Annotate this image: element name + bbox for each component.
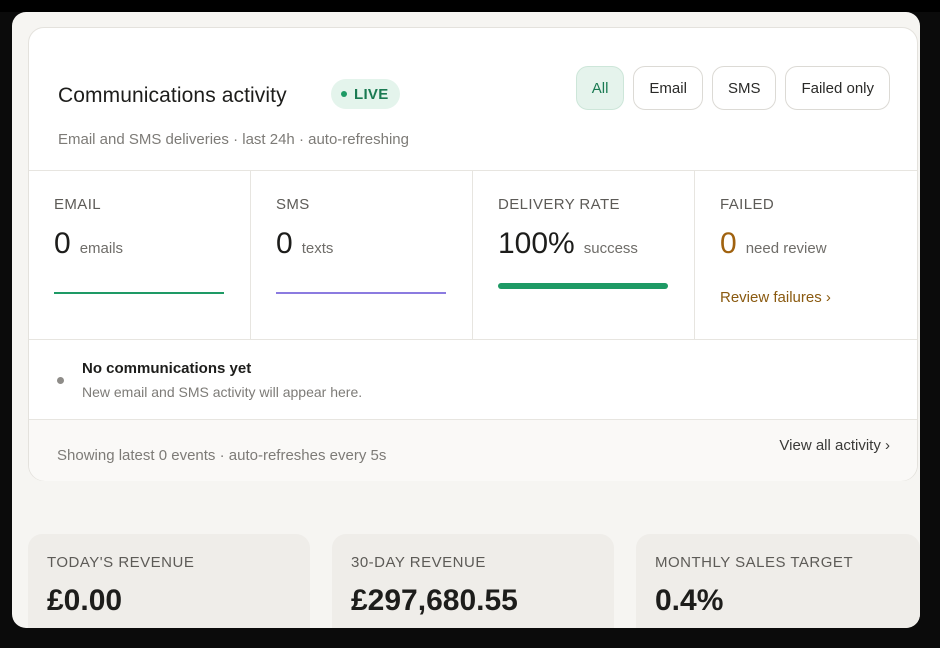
filter-email-button[interactable]: Email	[633, 66, 703, 110]
empty-state: No communications yet New email and SMS …	[29, 341, 917, 419]
view-all-activity-link[interactable]: View all activity ›	[779, 437, 890, 454]
card-header: Communications activity LIVE Email and S…	[29, 28, 917, 159]
stat-failed: FAILED 0 need review Review failures ›	[695, 171, 917, 339]
filter-sms-button[interactable]: SMS	[711, 66, 777, 110]
stat-number: 0	[276, 227, 293, 260]
metric-30-day-revenue: 30-DAY REVENUE £297,680.55	[332, 534, 614, 628]
stat-unit: need review	[745, 240, 827, 257]
filter-chips: All Email SMS Failed only	[575, 66, 890, 110]
stat-label: DELIVERY RATE	[498, 196, 620, 213]
metric-todays-revenue: TODAY'S REVENUE £0.00	[28, 534, 310, 628]
stat-number: 0	[54, 227, 71, 260]
stat-unit: emails	[79, 240, 124, 257]
stat-unit: texts	[301, 240, 334, 257]
metric-monthly-sales-target: MONTHLY SALES TARGET 0.4%	[636, 534, 920, 628]
communications-activity-card: Communications activity LIVE Email and S…	[28, 27, 918, 481]
events-status: Showing latest 0 events · auto-refreshes…	[57, 447, 387, 464]
bullet-icon	[57, 377, 64, 384]
filter-failed-only-button[interactable]: Failed only	[785, 66, 890, 110]
metric-value: £297,680.55	[351, 584, 518, 617]
stat-label: EMAIL	[54, 196, 102, 213]
stat-label: SMS	[276, 196, 310, 213]
sms-sparkline	[276, 292, 446, 294]
dashboard-viewport: Communications activity LIVE Email and S…	[12, 12, 920, 628]
email-sparkline	[54, 292, 224, 294]
stat-number: 0	[720, 227, 737, 260]
stat-value: 0 emails	[54, 227, 123, 261]
stat-email: EMAIL 0 emails	[29, 171, 251, 339]
review-failures-link[interactable]: Review failures ›	[720, 289, 831, 306]
stat-unit: success	[583, 240, 638, 257]
card-title: Communications activity	[58, 84, 287, 107]
stat-sms: SMS 0 texts	[251, 171, 473, 339]
filter-all-button[interactable]: All	[575, 66, 625, 110]
window-frame	[0, 0, 940, 12]
stat-delivery-rate: DELIVERY RATE 100% success	[473, 171, 695, 339]
empty-state-title: No communications yet	[82, 360, 252, 377]
stat-value: 0 need review	[720, 227, 827, 261]
metric-label: MONTHLY SALES TARGET	[655, 554, 854, 571]
card-footer: Showing latest 0 events · auto-refreshes…	[29, 419, 917, 481]
metric-value: £0.00	[47, 584, 123, 617]
delivery-rate-fill	[498, 283, 668, 289]
stat-number: 100%	[498, 227, 575, 260]
live-label: LIVE	[354, 85, 389, 103]
live-badge: LIVE	[331, 79, 400, 109]
stat-label: FAILED	[720, 196, 775, 213]
stat-value: 0 texts	[276, 227, 333, 261]
metric-label: 30-DAY REVENUE	[351, 554, 486, 571]
metric-value: 0.4%	[655, 584, 724, 617]
live-dot-icon	[341, 91, 347, 97]
empty-state-message: New email and SMS activity will appear h…	[82, 384, 363, 400]
metric-label: TODAY'S REVENUE	[47, 554, 195, 571]
stats-row: EMAIL 0 emails SMS 0 texts DELIVERY RATE…	[29, 170, 917, 340]
stat-value: 100% success	[498, 227, 638, 261]
card-subtitle: Email and SMS deliveries · last 24h · au…	[58, 131, 409, 148]
